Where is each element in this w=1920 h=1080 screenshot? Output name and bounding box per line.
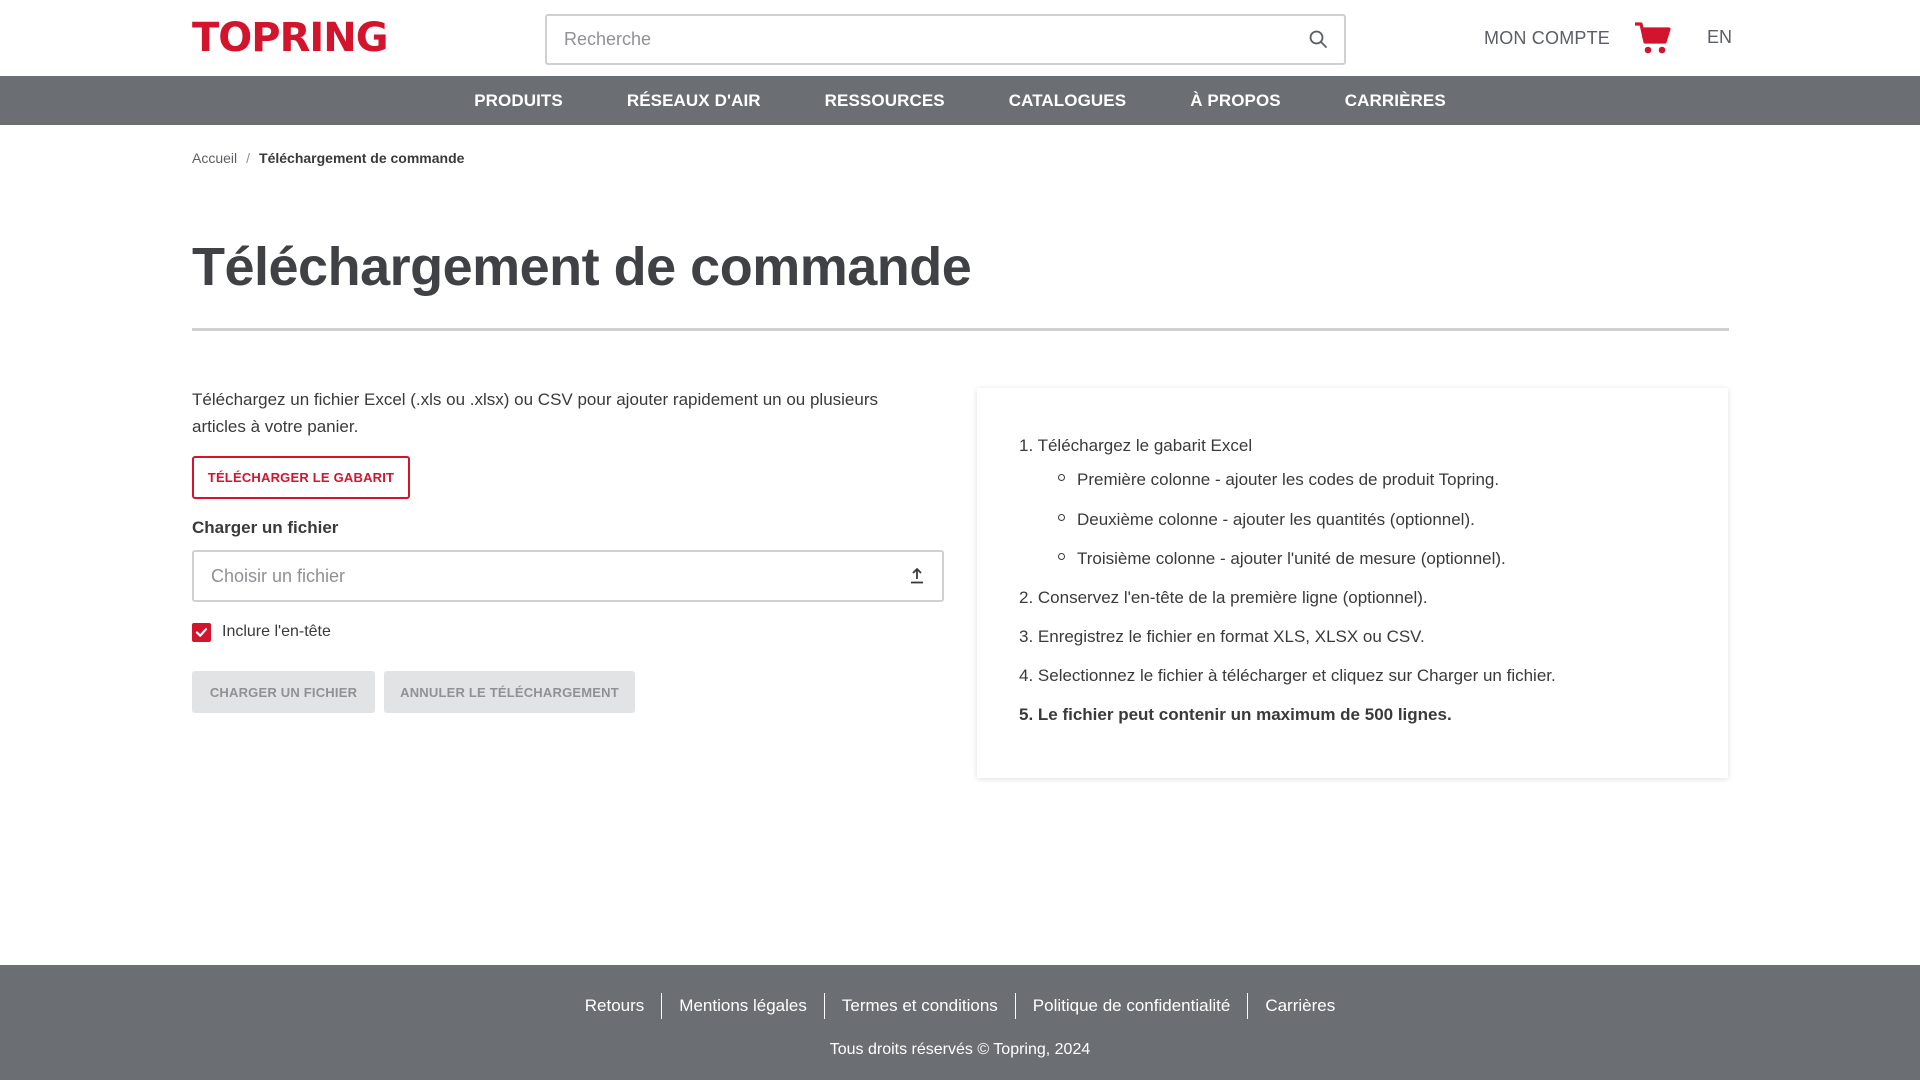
nav-item-catalogues[interactable]: CATALOGUES bbox=[977, 91, 1158, 111]
bullet-icon bbox=[1058, 514, 1065, 521]
bullet-icon bbox=[1058, 553, 1065, 560]
instruction-step-3: 3. Enregistrez le fichier en format XLS,… bbox=[1019, 627, 1425, 646]
site-header: TOPRING MON COMPTE EN bbox=[0, 0, 1920, 76]
upload-file-button[interactable]: CHARGER UN FICHIER bbox=[192, 671, 375, 713]
upload-file-label: Charger un fichier bbox=[192, 518, 339, 537]
language-switch[interactable]: EN bbox=[1707, 27, 1732, 48]
download-template-button[interactable]: TÉLÉCHARGER LE GABARIT bbox=[192, 456, 410, 499]
footer-link-retours[interactable]: Retours bbox=[568, 993, 662, 1019]
footer-links: Retours Mentions légales Termes et condi… bbox=[0, 993, 1920, 1019]
breadcrumb-separator: / bbox=[246, 150, 251, 166]
instruction-step-2: 2. Conservez l'en-tête de la première li… bbox=[1019, 588, 1428, 607]
nav-item-ressources[interactable]: RESSOURCES bbox=[793, 91, 977, 111]
search-box[interactable] bbox=[545, 14, 1346, 65]
checkmark-icon bbox=[195, 627, 208, 637]
footer-link-mentions-legales[interactable]: Mentions légales bbox=[661, 993, 824, 1019]
search-input[interactable] bbox=[547, 16, 1267, 63]
breadcrumb-home[interactable]: Accueil bbox=[192, 150, 237, 166]
footer-link-termes-conditions[interactable]: Termes et conditions bbox=[823, 993, 1015, 1019]
intro-text: Téléchargez un fichier Excel (.xls ou .x… bbox=[192, 390, 879, 436]
page-title: Téléchargement de commande bbox=[192, 237, 972, 297]
cart-icon[interactable] bbox=[1634, 20, 1672, 56]
instruction-step-1: 1. Téléchargez le gabarit Excel bbox=[1019, 436, 1253, 455]
instruction-step-5: 5. Le fichier peut contenir un maximum d… bbox=[1019, 705, 1452, 724]
my-account-link[interactable]: MON COMPTE bbox=[1484, 28, 1610, 49]
copyright-text: Tous droits réservés © Topring, 2024 bbox=[829, 1041, 1091, 1058]
nav-item-a-propos[interactable]: À PROPOS bbox=[1158, 91, 1313, 111]
breadcrumb: Accueil / Téléchargement de commande bbox=[192, 150, 464, 166]
include-header-label[interactable]: Inclure l'en-tête bbox=[222, 623, 331, 641]
instruction-step-4: 4. Selectionnez le fichier à télécharger… bbox=[1019, 666, 1556, 685]
breadcrumb-current: Téléchargement de commande bbox=[259, 150, 465, 166]
instruction-sub-2: Deuxième colonne - ajouter les quantités… bbox=[1077, 510, 1475, 529]
instruction-sub-1: Première colonne - ajouter les codes de … bbox=[1077, 470, 1500, 489]
title-divider bbox=[192, 328, 1729, 331]
nav-item-reseaux-air[interactable]: RÉSEAUX D'AIR bbox=[595, 91, 793, 111]
bullet-icon bbox=[1058, 474, 1065, 481]
instruction-sub-3: Troisième colonne - ajouter l'unité de m… bbox=[1077, 549, 1506, 568]
site-footer: Retours Mentions légales Termes et condi… bbox=[0, 965, 1920, 1080]
upload-icon[interactable] bbox=[908, 567, 926, 585]
search-icon[interactable] bbox=[1308, 29, 1328, 49]
file-chooser-field[interactable]: Choisir un fichier bbox=[192, 550, 944, 602]
cancel-upload-button[interactable]: ANNULER LE TÉLÉCHARGEMENT bbox=[384, 671, 635, 713]
instructions-panel: 1. Téléchargez le gabarit Excel Première… bbox=[977, 388, 1728, 778]
footer-link-carrieres[interactable]: Carrières bbox=[1247, 993, 1352, 1019]
include-header-option: Inclure l'en-tête bbox=[192, 622, 331, 642]
file-chooser-placeholder: Choisir un fichier bbox=[211, 566, 346, 586]
include-header-checkbox[interactable] bbox=[192, 622, 211, 642]
footer-link-confidentialite[interactable]: Politique de confidentialité bbox=[1014, 993, 1248, 1019]
nav-item-produits[interactable]: PRODUITS bbox=[442, 91, 595, 111]
nav-item-carrieres[interactable]: CARRIÈRES bbox=[1313, 91, 1478, 111]
topring-logo[interactable]: TOPRING bbox=[192, 16, 389, 60]
main-navigation: PRODUITS RÉSEAUX D'AIR RESSOURCES CATALO… bbox=[0, 76, 1920, 125]
